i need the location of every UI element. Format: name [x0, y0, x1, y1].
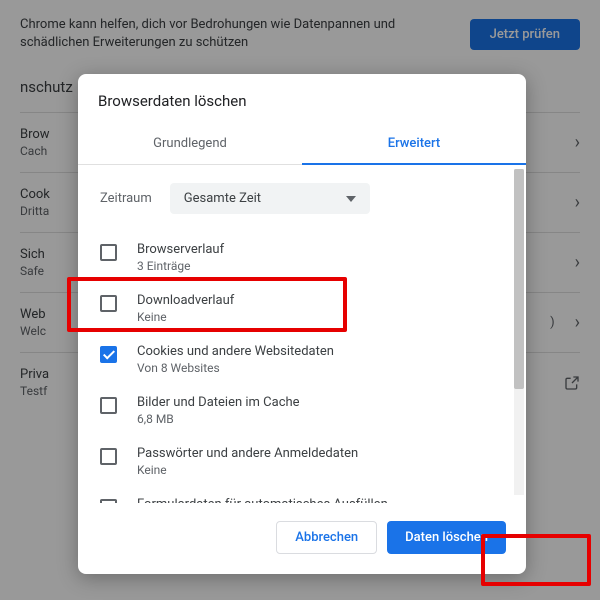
option-label: Passwörter und andere Anmeldedaten: [137, 446, 358, 461]
option-label: Cookies und andere Websitedaten: [137, 344, 334, 359]
option-label: Bilder und Dateien im Cache: [137, 395, 300, 410]
option-sub: Keine: [137, 310, 234, 324]
scrollbar-thumb[interactable]: [514, 169, 524, 389]
time-range-label: Zeitraum: [100, 191, 152, 206]
option-sub: Keine: [137, 463, 358, 477]
time-range-select[interactable]: Gesamte Zeit: [170, 183, 370, 214]
dialog-title: Browserdaten löschen: [78, 74, 526, 124]
checkbox[interactable]: [100, 295, 117, 312]
option-row[interactable]: Formulardaten für automatisches Ausfülle…: [98, 487, 506, 503]
time-range-value: Gesamte Zeit: [184, 191, 261, 206]
option-row[interactable]: Browserverlauf 3 Einträge: [98, 232, 506, 283]
option-label: Browserverlauf: [137, 242, 224, 257]
checkbox[interactable]: [100, 499, 117, 503]
clear-data-dialog: Browserdaten löschen Grundlegend Erweite…: [78, 74, 526, 574]
checkbox[interactable]: [100, 448, 117, 465]
option-sub: 3 Einträge: [137, 259, 224, 273]
option-label: Downloadverlauf: [137, 293, 234, 308]
option-row[interactable]: Bilder und Dateien im Cache 6,8 MB: [98, 385, 506, 436]
option-row[interactable]: Downloadverlauf Keine: [98, 283, 506, 334]
checkbox[interactable]: [100, 397, 117, 414]
triangle-down-icon: [346, 196, 356, 202]
option-row[interactable]: Cookies und andere Websitedaten Von 8 We…: [98, 334, 506, 385]
option-sub: Von 8 Websites: [137, 361, 334, 375]
option-label: Formulardaten für automatisches Ausfülle…: [137, 497, 388, 503]
tab-advanced[interactable]: Erweitert: [302, 124, 526, 165]
cancel-button[interactable]: Abbrechen: [276, 521, 377, 554]
delete-data-button[interactable]: Daten löschen: [387, 521, 506, 554]
checkbox[interactable]: [100, 244, 117, 261]
checkbox-checked[interactable]: [100, 346, 117, 363]
option-sub: 6,8 MB: [137, 412, 300, 426]
option-row[interactable]: Passwörter und andere Anmeldedaten Keine: [98, 436, 506, 487]
tab-basic[interactable]: Grundlegend: [78, 124, 302, 164]
